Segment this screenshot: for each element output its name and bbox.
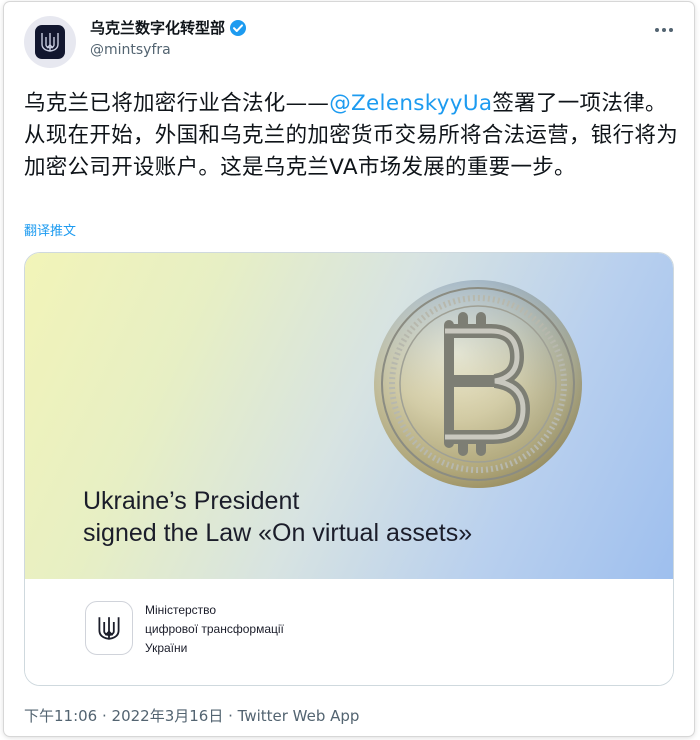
card-footer: Міністерство цифрової трансформації Укра… [25,579,673,685]
handle[interactable]: @mintsyfra [90,40,247,60]
trident-icon [85,601,133,655]
more-horizontal-icon[interactable] [652,18,676,42]
card-caption: Ukraine’s President signed the Law «On v… [83,485,472,549]
card-caption-line-1: Ukraine’s President [83,487,300,515]
ministry-line-1: Міністерство [145,603,217,617]
ministry-line-2: цифрової трансформації [145,622,284,636]
tweet-text-part-1: 乌克兰已将加密行业合法化—— [24,91,330,116]
display-name[interactable]: 乌克兰数字化转型部 [90,18,225,38]
author-block: 乌克兰数字化转型部 @mintsyfra [90,18,247,60]
translate-tweet-link[interactable]: 翻译推文 [24,220,76,239]
tweet-text: 乌克兰已将加密行业合法化——@ZelenskyyUa签署了一项法律。从现在开始，… [24,88,684,184]
ministry-line-3: України [145,641,188,655]
card-caption-line-2: signed the Law «On virtual assets» [83,519,473,547]
card-image[interactable]: Ukraine’s President signed the Law «On v… [25,253,673,579]
display-name-row[interactable]: 乌克兰数字化转型部 [90,18,247,38]
bitcoin-icon [374,280,582,488]
ministry-name: Міністерство цифрової трансформації Укра… [145,601,284,658]
verified-badge-icon [229,19,247,37]
mention-link[interactable]: @ZelenskyyUa [329,91,492,116]
avatar[interactable] [24,16,76,68]
trident-icon [35,25,65,59]
tweet-container: 乌克兰数字化转型部 @mintsyfra 乌克兰已将加密行业合法化——@Zele… [4,2,694,736]
media-card[interactable]: Ukraine’s President signed the Law «On v… [24,252,674,686]
tweet-timestamp[interactable]: 下午11:06 · 2022年3月16日 · Twitter Web App [24,705,359,726]
